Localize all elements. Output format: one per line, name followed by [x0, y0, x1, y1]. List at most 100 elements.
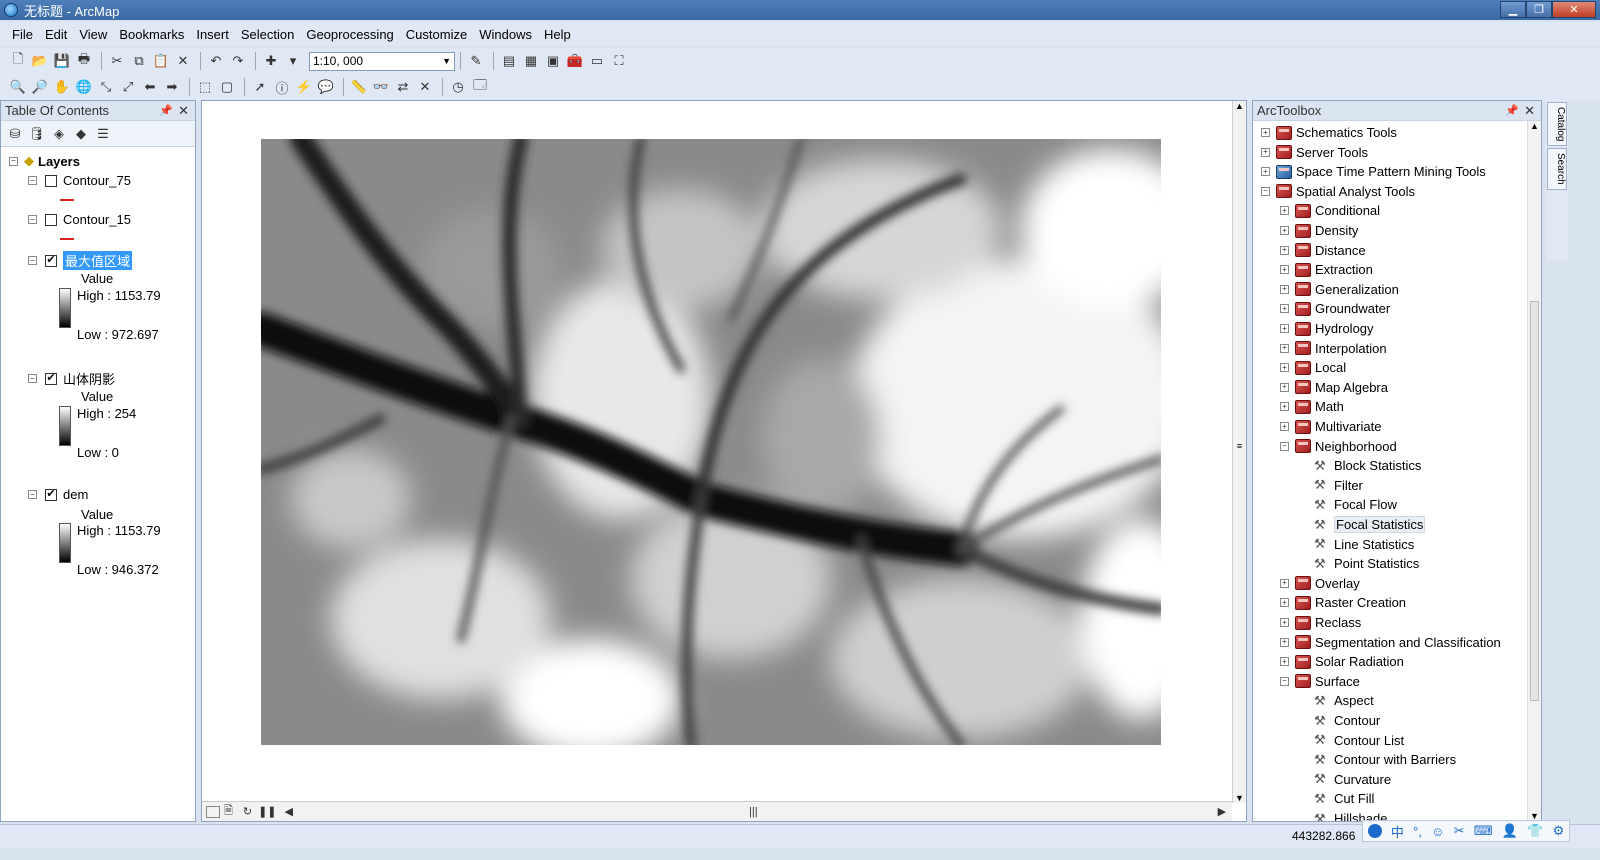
measure-icon[interactable]: 📏: [349, 77, 369, 97]
layout-view-icon[interactable]: 🗎: [224, 802, 233, 821]
map-view[interactable]: ▲ ≡ ▼ 🗎 ↻ ❚❚ ◀ ||| ▶: [201, 100, 1247, 822]
ime-skin-icon[interactable]: 👕: [1527, 823, 1543, 839]
menu-edit[interactable]: Edit: [39, 27, 73, 42]
go-to-xy-icon[interactable]: ✕: [415, 77, 435, 97]
print-icon[interactable]: 🖶: [74, 51, 94, 71]
toolset-item[interactable]: + Space Time Pattern Mining Tools: [1261, 162, 1486, 181]
menu-file[interactable]: File: [6, 27, 39, 42]
expand-icon[interactable]: +: [1261, 147, 1270, 157]
layer-row-contour15[interactable]: − Contour_15: [28, 212, 131, 227]
ime-screenshot-icon[interactable]: ✂: [1454, 823, 1465, 839]
search-window-icon[interactable]: ▣: [543, 51, 563, 71]
toolset-item[interactable]: + Interpolation: [1280, 339, 1387, 358]
minimize-button[interactable]: ▁: [1500, 1, 1526, 18]
expand-icon[interactable]: +: [1261, 128, 1270, 137]
toolset-item[interactable]: − Neighborhood: [1280, 437, 1397, 456]
tool-item[interactable]: ⚒ Focal Statistics: [1299, 515, 1426, 534]
catalog-window-icon[interactable]: ▦: [521, 51, 541, 71]
chevron-down-icon[interactable]: ▾: [283, 51, 303, 71]
layer-visibility-checkbox[interactable]: ✔: [45, 488, 57, 501]
arctoolbox-icon[interactable]: 🧰: [565, 51, 585, 71]
tool-item[interactable]: ⚒ Contour List: [1299, 731, 1404, 750]
menu-customize[interactable]: Customize: [400, 27, 473, 42]
expand-icon[interactable]: +: [1280, 382, 1289, 392]
pan-hand-icon[interactable]: ✋: [52, 77, 72, 97]
tool-item[interactable]: ⚒ Curvature: [1299, 770, 1391, 789]
toolset-item[interactable]: + Local: [1280, 358, 1346, 377]
tool-item[interactable]: ⚒ Focal Flow: [1299, 495, 1397, 514]
scroll-up-icon[interactable]: ▲: [1528, 121, 1541, 131]
maximize-button[interactable]: ❐: [1526, 1, 1552, 18]
ime-emoji-icon[interactable]: ☺: [1431, 824, 1444, 839]
find-binoculars-icon[interactable]: 👓: [371, 77, 391, 97]
close-icon[interactable]: ✕: [178, 103, 189, 119]
collapse-icon[interactable]: −: [28, 256, 37, 265]
list-by-selection-icon[interactable]: ◆: [71, 124, 91, 144]
toc-options-icon[interactable]: ☰: [93, 124, 113, 144]
ime-keyboard-icon[interactable]: ⌨: [1474, 823, 1493, 839]
back-arrow-icon[interactable]: ⬅: [140, 77, 160, 97]
zoom-in-icon[interactable]: 🔍: [8, 77, 28, 97]
editor-toolbar-icon[interactable]: ✎: [466, 51, 486, 71]
catalog-tab[interactable]: Catalog: [1547, 102, 1567, 147]
save-icon[interactable]: 💾: [52, 51, 72, 71]
select-features-icon[interactable]: ⬚: [195, 77, 215, 97]
open-folder-icon[interactable]: 📂: [30, 51, 50, 71]
add-data-icon[interactable]: ✚: [261, 51, 281, 71]
expand-icon[interactable]: +: [1280, 618, 1289, 627]
expand-icon[interactable]: +: [1280, 657, 1289, 667]
list-by-drawing-order-icon[interactable]: ⛁: [5, 124, 25, 144]
collapse-icon[interactable]: −: [9, 156, 18, 166]
expand-icon[interactable]: +: [1280, 637, 1289, 647]
layer-row-contour75[interactable]: − Contour_75: [28, 173, 131, 188]
expand-icon[interactable]: +: [1280, 324, 1289, 333]
expand-icon[interactable]: +: [1280, 402, 1289, 412]
pause-icon[interactable]: ❚❚: [258, 805, 276, 818]
scroll-right-icon[interactable]: ▶: [1218, 805, 1226, 818]
close-icon[interactable]: ✕: [1524, 103, 1535, 119]
undo-icon[interactable]: ↶: [206, 51, 226, 71]
toolset-item[interactable]: + Multivariate: [1280, 417, 1381, 436]
select-elements-arrow-icon[interactable]: ➚: [250, 77, 270, 97]
scroll-up-icon[interactable]: ▲: [1233, 101, 1246, 111]
menu-help[interactable]: Help: [538, 27, 577, 42]
layer-visibility-checkbox[interactable]: [45, 213, 57, 226]
toolset-item[interactable]: + Density: [1280, 221, 1358, 240]
scroll-left-icon[interactable]: ◀: [285, 805, 293, 818]
collapse-icon[interactable]: −: [1280, 676, 1289, 686]
expand-icon[interactable]: +: [1280, 363, 1289, 373]
tool-item[interactable]: ⚒ Block Statistics: [1299, 456, 1421, 475]
expand-icon[interactable]: +: [1280, 578, 1289, 588]
data-view-icon[interactable]: [206, 805, 220, 818]
expand-icon[interactable]: +: [1280, 265, 1289, 275]
toc-window-icon[interactable]: ▤: [499, 51, 519, 71]
expand-icon[interactable]: +: [1280, 226, 1289, 235]
toolset-item[interactable]: + Hydrology: [1280, 319, 1374, 338]
toolset-item[interactable]: + Schematics Tools: [1261, 123, 1397, 142]
toolset-item[interactable]: + Overlay: [1280, 574, 1360, 593]
tool-item[interactable]: ⚒ Line Statistics: [1299, 535, 1414, 554]
menu-view[interactable]: View: [73, 27, 113, 42]
tool-item[interactable]: ⚒ Filter: [1299, 476, 1363, 495]
toolset-item[interactable]: + Groundwater: [1280, 299, 1390, 318]
search-tab[interactable]: Search: [1547, 148, 1567, 191]
new-document-icon[interactable]: 🗋: [8, 51, 28, 71]
forward-arrow-icon[interactable]: ➡: [162, 77, 182, 97]
layer-visibility-checkbox[interactable]: ✔: [45, 372, 57, 385]
toolset-item[interactable]: + Server Tools: [1261, 143, 1368, 162]
expand-icon[interactable]: +: [1280, 343, 1289, 353]
expand-icon[interactable]: +: [1280, 284, 1289, 294]
scroll-grip-icon[interactable]: ≡: [1233, 441, 1246, 451]
toolset-item[interactable]: − Surface: [1280, 672, 1360, 691]
layer-visibility-checkbox[interactable]: ✔: [45, 254, 57, 267]
python-window-icon[interactable]: ▭: [587, 51, 607, 71]
delete-icon[interactable]: ✕: [173, 51, 193, 71]
paste-icon[interactable]: 📋: [151, 51, 171, 71]
toolset-item[interactable]: + Extraction: [1280, 260, 1373, 279]
layers-root-row[interactable]: − ◆ Layers: [9, 153, 80, 169]
menu-selection[interactable]: Selection: [235, 27, 300, 42]
layer-row-dem[interactable]: − ✔ dem: [28, 487, 88, 502]
toolset-item[interactable]: + Reclass: [1280, 613, 1361, 632]
scroll-down-icon[interactable]: ▼: [1233, 793, 1246, 803]
ime-settings-icon[interactable]: ⚙: [1553, 823, 1565, 839]
